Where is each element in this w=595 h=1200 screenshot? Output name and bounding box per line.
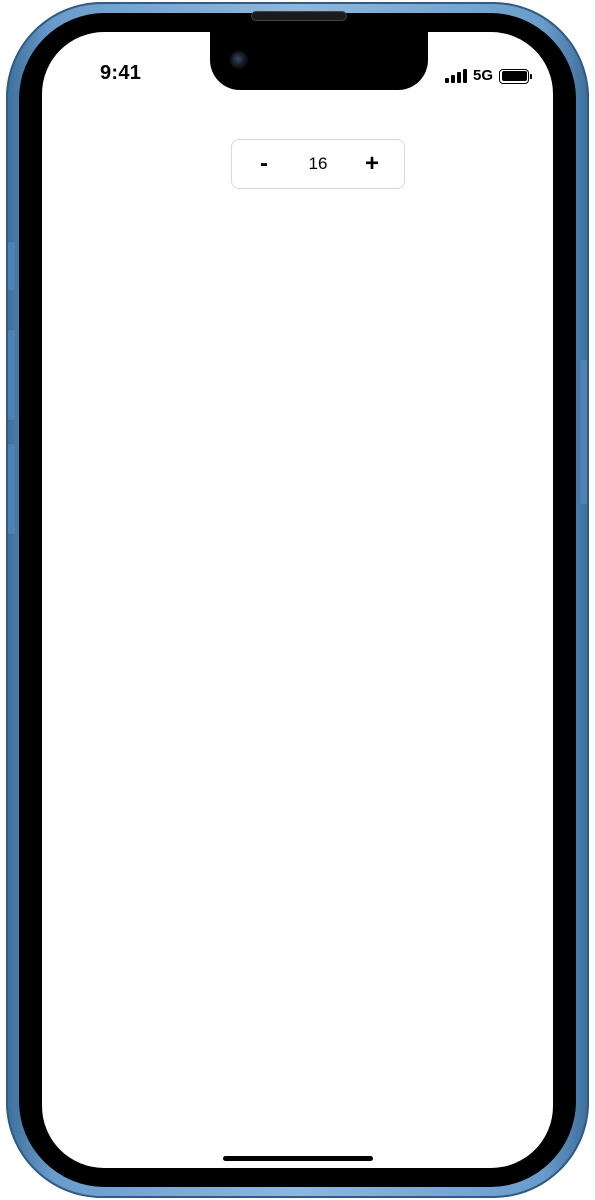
cellular-signal-icon — [444, 69, 467, 83]
increment-button[interactable]: + — [358, 146, 386, 182]
power-button — [580, 360, 587, 504]
battery-cap — [530, 73, 532, 79]
earpiece-speaker — [251, 11, 347, 21]
battery-icon — [499, 68, 532, 84]
screen: 9:41 5G - 16 + — [42, 32, 553, 1168]
phone-bezel: 9:41 5G - 16 + — [19, 13, 576, 1187]
notch — [210, 32, 428, 90]
volume-down-button — [8, 444, 15, 534]
battery-fill — [501, 71, 527, 81]
volume-up-button — [8, 330, 15, 420]
status-indicators: 5G — [444, 67, 532, 85]
status-time: 9:41 — [100, 62, 142, 84]
stepper-value: 16 — [308, 154, 328, 173]
phone-frame: 9:41 5G - 16 + — [6, 2, 589, 1198]
network-label: 5G — [472, 67, 493, 84]
front-camera-icon — [230, 51, 248, 69]
quantity-stepper: - 16 + — [231, 139, 405, 189]
silent-switch — [8, 242, 15, 290]
home-indicator[interactable] — [223, 1156, 373, 1161]
decrement-button[interactable]: - — [250, 146, 278, 182]
